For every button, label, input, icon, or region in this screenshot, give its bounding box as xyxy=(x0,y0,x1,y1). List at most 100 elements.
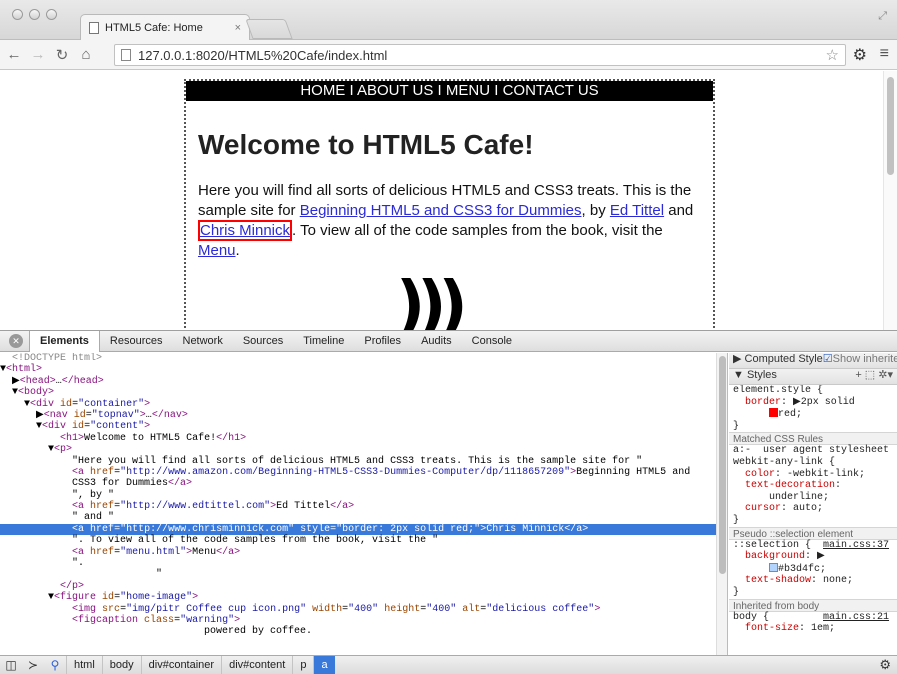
elements-scrollbar[interactable] xyxy=(716,353,728,655)
new-tab-button[interactable] xyxy=(245,19,293,39)
book-link[interactable]: Beginning HTML5 and CSS3 for Dummies xyxy=(300,202,582,219)
top-nav[interactable]: HOME I ABOUT US I MENU I CONTACT US xyxy=(186,81,713,101)
back-icon[interactable]: ← xyxy=(4,46,24,63)
top-nav-text[interactable]: HOME I ABOUT US I MENU I CONTACT US xyxy=(300,82,598,99)
element-style-line[interactable]: border: ▶2px solid xyxy=(729,397,897,409)
pseudo-rule-line[interactable]: } xyxy=(729,587,897,599)
home-icon[interactable]: ⌂ xyxy=(76,46,96,63)
dom-node-line[interactable]: ▶<head>…</head> xyxy=(0,376,716,387)
dom-node-line[interactable]: ▼<html> xyxy=(0,364,716,375)
computed-style-header[interactable]: ▶ Computed Style☑Show inherited xyxy=(729,353,897,369)
dom-node-line[interactable]: "Here you will find all sorts of delicio… xyxy=(0,456,716,467)
inherited-rules[interactable]: body { main.css:21 font-size: 1em; xyxy=(729,612,897,635)
dom-node-line[interactable]: <a href="http://www.chrisminnick.com" st… xyxy=(0,523,716,536)
dom-node-line[interactable]: ▼<body> xyxy=(0,387,716,398)
styles-label[interactable]: ▼ Styles xyxy=(733,369,777,381)
dom-node-line[interactable]: <a href="http://www.amazon.com/Beginning… xyxy=(0,467,716,478)
element-style-line[interactable]: element.style { xyxy=(729,385,897,397)
console-drawer-icon[interactable]: ≻ xyxy=(22,658,44,672)
dom-node-line[interactable]: <img src="img/pitr Coffee cup icon.png" … xyxy=(0,604,716,615)
browser-tab[interactable]: HTML5 Cafe: Home × xyxy=(80,14,250,41)
breadcrumb-item[interactable]: body xyxy=(101,655,141,674)
element-style-rule[interactable]: element.style { border: ▶2px solid red;} xyxy=(729,385,897,432)
tab-resources[interactable]: Resources xyxy=(100,331,173,352)
matched-rule-line[interactable]: underline; xyxy=(729,492,897,504)
elements-tree[interactable]: <!DOCTYPE html> ▼<html> ▶<head>…</head> ▼… xyxy=(0,353,716,655)
dom-node-line[interactable]: <a href="http://www.edtittel.com">Ed Tit… xyxy=(0,501,716,512)
tab-network[interactable]: Network xyxy=(173,331,233,352)
settings-gear-icon[interactable]: ⚙ xyxy=(853,45,867,65)
tab-audits[interactable]: Audits xyxy=(411,331,462,352)
element-style-line[interactable]: red; xyxy=(729,408,897,421)
matched-rule-line[interactable]: a:- user agent stylesheet xyxy=(729,445,897,457)
pseudo-rule-line[interactable]: text-shadow: none; xyxy=(729,575,897,587)
pseudo-rule-line[interactable]: ::selection { main.css:37 xyxy=(729,540,897,552)
breadcrumb-item[interactable]: div#content xyxy=(221,655,292,674)
dom-node-line[interactable]: </p> xyxy=(0,581,716,592)
dom-node-line[interactable]: " and " xyxy=(0,512,716,523)
url-text[interactable]: 127.0.0.1:8020/HTML5%20Cafe/index.html xyxy=(138,48,387,63)
forward-icon[interactable]: → xyxy=(28,46,48,63)
dom-node-line[interactable]: ▼<figure id="home-image"> xyxy=(0,592,716,603)
dom-node-line[interactable]: CSS3 for Dummies</a> xyxy=(0,478,716,489)
show-inherited-checkbox[interactable]: ☑ xyxy=(823,353,833,365)
close-window-button[interactable] xyxy=(12,9,23,20)
dom-node-line[interactable]: " xyxy=(0,569,716,580)
ed-tittel-link[interactable]: Ed Tittel xyxy=(610,202,664,219)
bookmark-star-icon[interactable]: ☆ xyxy=(826,46,839,64)
pseudo-rule-line[interactable]: background: ▶ xyxy=(729,551,897,563)
tab-profiles[interactable]: Profiles xyxy=(354,331,411,352)
pseudo-rule-line[interactable]: #b3d4fc; xyxy=(729,562,897,576)
dom-node-line[interactable]: <a href="menu.html">Menu</a> xyxy=(0,547,716,558)
dom-node-line[interactable]: ". To view all of the code samples from … xyxy=(0,535,716,546)
minimize-window-button[interactable] xyxy=(29,9,40,20)
dom-node-line[interactable]: <h1>Welcome to HTML5 Cafe!</h1> xyxy=(0,433,716,444)
devtools-settings-gear-icon[interactable]: ⚙ xyxy=(879,657,891,673)
breadcrumb-item[interactable]: html xyxy=(66,655,102,674)
matched-rule-line[interactable]: cursor: auto; xyxy=(729,503,897,515)
menu-link[interactable]: Menu xyxy=(198,242,236,259)
reload-icon[interactable]: ↻ xyxy=(52,46,72,64)
breadcrumb-item[interactable]: div#container xyxy=(140,655,221,674)
search-icon[interactable]: ⚲ xyxy=(44,658,66,672)
dom-node-line[interactable]: ". xyxy=(0,558,716,569)
dom-node-line[interactable]: <figcaption class="warning"> xyxy=(0,615,716,626)
elements-scrollbar-thumb[interactable] xyxy=(719,356,726,574)
page-scrollbar[interactable] xyxy=(883,71,897,330)
computed-style-label[interactable]: ▶ Computed Style xyxy=(733,353,823,365)
menu-icon[interactable]: ≡ xyxy=(880,45,889,63)
tab-elements[interactable]: Elements xyxy=(29,330,100,352)
dom-node-line[interactable]: ▼<div id="content"> xyxy=(0,421,716,432)
chris-minnick-link[interactable]: Chris Minnick xyxy=(198,220,293,241)
dom-node-line[interactable]: ▶<nav id="topnav">…</nav> xyxy=(0,410,716,421)
inherited-rule-line[interactable]: font-size: 1em; xyxy=(729,623,897,635)
element-style-line[interactable]: } xyxy=(729,421,897,433)
dom-node-line[interactable]: ", by " xyxy=(0,490,716,501)
tab-console[interactable]: Console xyxy=(462,331,522,352)
matched-rule-line[interactable]: webkit-any-link { xyxy=(729,457,897,469)
dom-node-line[interactable]: powered by coffee. xyxy=(0,626,716,637)
pseudo-rules[interactable]: ::selection { main.css:37 background: ▶ … xyxy=(729,540,897,599)
tab-close-icon[interactable]: × xyxy=(235,22,241,34)
dom-node-line[interactable]: <!DOCTYPE html> xyxy=(0,353,716,364)
inherited-rule-line[interactable]: body { main.css:21 xyxy=(729,612,897,624)
matched-rules[interactable]: a:- user agent stylesheet webkit-any-link… xyxy=(729,445,897,526)
dock-icon[interactable]: ◫ xyxy=(0,658,22,672)
breadcrumb-item[interactable]: a xyxy=(313,655,335,674)
styles-tools[interactable]: + ⬚ ✲▾ xyxy=(855,369,893,382)
dom-node-line[interactable]: ▼<p> xyxy=(0,444,716,455)
tab-sources[interactable]: Sources xyxy=(233,331,293,352)
matched-rule-line[interactable]: color: -webkit-link; xyxy=(729,469,897,481)
devtools-close-icon[interactable]: ✕ xyxy=(9,334,23,348)
styles-header[interactable]: ▼ Styles + ⬚ ✲▾ xyxy=(729,369,897,385)
matched-rule-line[interactable]: } xyxy=(729,515,897,527)
matched-rule-line[interactable]: text-decoration: xyxy=(729,480,897,492)
tab-timeline[interactable]: Timeline xyxy=(293,331,354,352)
dom-node-line[interactable]: ▼<div id="container"> xyxy=(0,399,716,410)
breadcrumb-item[interactable]: p xyxy=(292,655,313,674)
zoom-window-button[interactable] xyxy=(46,9,57,20)
show-inherited-label[interactable]: Show inherited xyxy=(833,353,897,365)
address-bar[interactable]: 127.0.0.1:8020/HTML5%20Cafe/index.html ☆ xyxy=(114,44,846,66)
page-scrollbar-thumb[interactable] xyxy=(887,77,894,175)
fullscreen-icon[interactable]: ⤢ xyxy=(878,10,887,23)
